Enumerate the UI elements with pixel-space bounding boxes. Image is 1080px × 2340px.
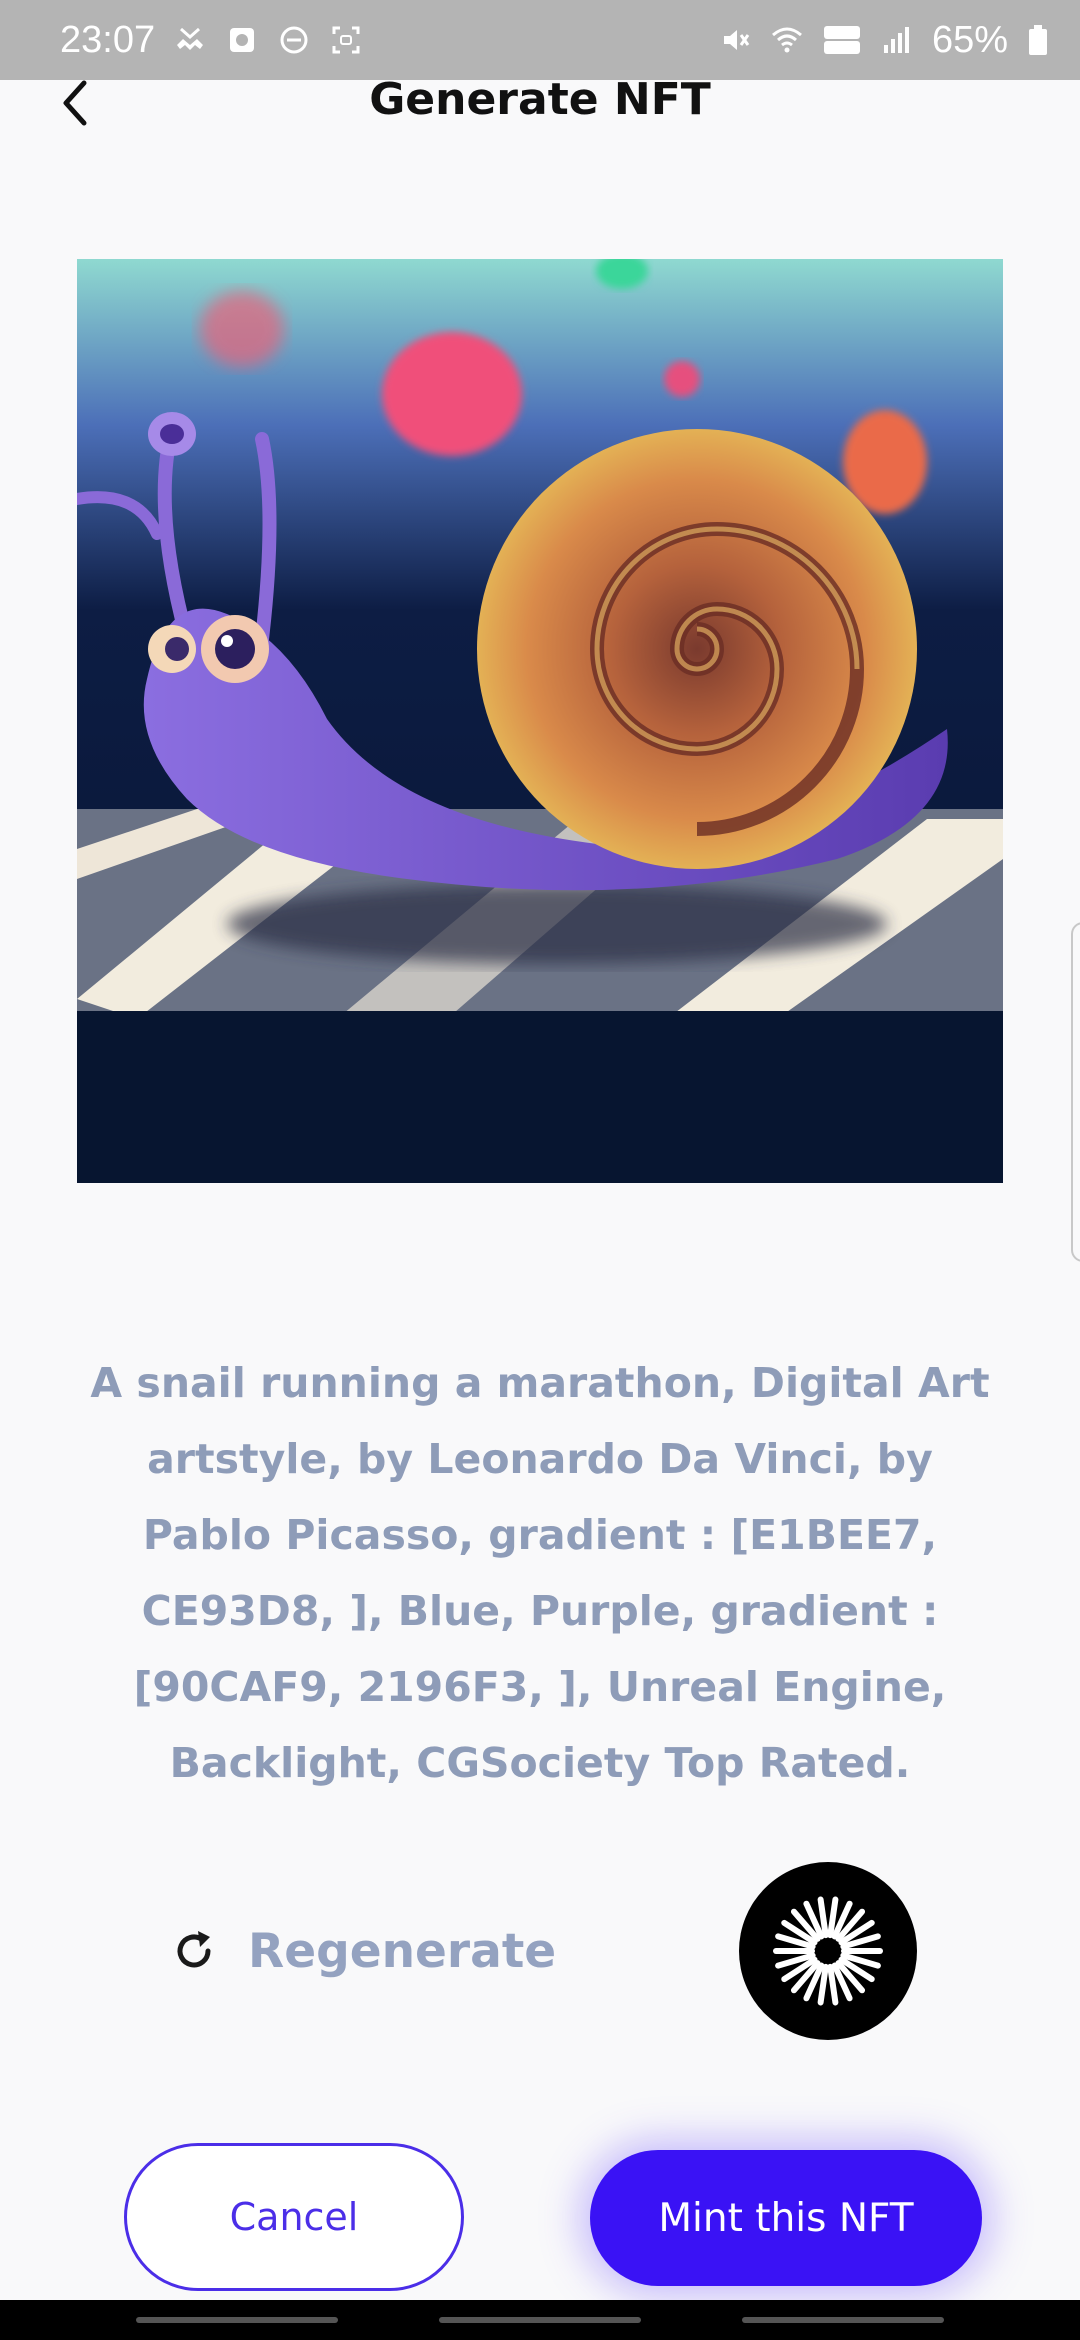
snail-artwork	[77, 259, 1003, 1183]
wifi-icon	[771, 27, 802, 53]
mint-nft-button[interactable]: Mint this NFT	[590, 2150, 982, 2286]
square-app-icon	[230, 28, 255, 52]
missed-call-icon	[177, 27, 204, 50]
battery-icon	[1029, 25, 1047, 55]
sunburst-logo-icon	[773, 1896, 883, 2006]
signal-icon	[883, 27, 909, 53]
status-bar: 23:07 65%	[0, 0, 1080, 80]
regenerate-label: Regenerate	[248, 1923, 557, 1979]
navigation-bar	[0, 2300, 1080, 2340]
regenerate-button[interactable]: Regenerate	[170, 1915, 556, 1987]
cancel-button[interactable]: Cancel	[124, 2143, 464, 2291]
page-title: Generate NFT	[369, 74, 711, 125]
prompt-text: A snail running a marathon, Digital Art …	[90, 1359, 990, 1787]
status-time: 23:07	[60, 18, 156, 61]
status-left: 23:07	[60, 19, 363, 62]
ai-badge[interactable]	[739, 1862, 917, 2040]
volte-icon	[823, 26, 860, 54]
nft-image	[77, 259, 1003, 1183]
nav-home-button[interactable]	[439, 2317, 641, 2323]
header: Generate NFT	[0, 74, 1080, 126]
dnd-icon	[280, 26, 308, 54]
mute-icon	[723, 30, 750, 50]
scroll-handle[interactable]	[1071, 922, 1080, 1262]
refresh-icon	[177, 1931, 211, 1968]
nav-back-button[interactable]	[742, 2317, 944, 2323]
status-right: 65%	[718, 19, 1050, 62]
screenshot-icon	[332, 26, 360, 54]
nav-recent-button[interactable]	[136, 2317, 338, 2323]
battery-percentage: 65%	[931, 18, 1008, 61]
